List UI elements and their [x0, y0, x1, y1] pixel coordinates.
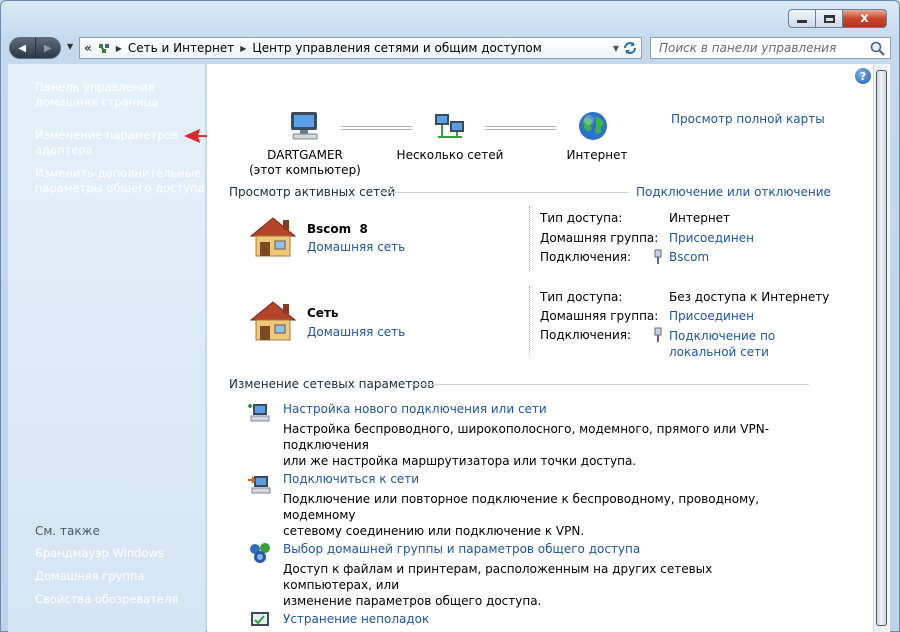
- wired-connection-icon: [654, 327, 662, 342]
- internet-globe-icon: [579, 112, 607, 140]
- sidebar: Панель управления - домашняя страница Из…: [8, 64, 206, 632]
- crumb-separator: ▶: [240, 43, 247, 53]
- change-settings-heading: Изменение сетевых параметров: [229, 377, 435, 391]
- refresh-icon[interactable]: [622, 40, 638, 56]
- full-map-link[interactable]: Просмотр полной карты: [671, 112, 825, 126]
- see-also-firewall[interactable]: Брандмауэр Windows: [35, 546, 205, 561]
- scrollbar-thumb[interactable]: [876, 70, 887, 626]
- section-divider: [411, 384, 809, 385]
- active-networks-heading: Просмотр активных сетей: [229, 185, 396, 199]
- sidebar-link-sharing-settings[interactable]: Изменить дополнительные параметры общего…: [35, 166, 205, 196]
- see-also-internet-options[interactable]: Свойства обозревателя: [35, 592, 205, 607]
- access-type-label: Тип доступа:: [540, 290, 623, 304]
- address-overflow-button[interactable]: «: [84, 41, 92, 55]
- close-icon: x: [860, 11, 869, 26]
- network-connector-line: [341, 126, 413, 130]
- task-desc-line: или же настройка маршрутизатора или точк…: [283, 454, 637, 468]
- minimize-icon: [797, 20, 807, 23]
- computer-name: DARTGAMER: [267, 148, 343, 162]
- computer-subtitle: (этот компьютер): [249, 163, 361, 177]
- maximize-icon: [823, 14, 835, 23]
- sidebar-link-control-panel-home[interactable]: Панель управления - домашняя страница: [35, 80, 205, 110]
- task-desc-line: сетевому соединению или подключение к VP…: [283, 524, 585, 538]
- see-also-heading: См. также: [35, 524, 100, 538]
- task-new-connection-link[interactable]: Настройка нового подключения или сети: [283, 402, 547, 416]
- task-connect-desc: Подключение или повторное подключение к …: [283, 491, 803, 539]
- network-divider: [529, 286, 530, 356]
- task-troubleshoot-link[interactable]: Устранение неполадок: [283, 612, 429, 626]
- maximize-button[interactable]: [816, 9, 843, 28]
- network-name: Сеть: [307, 306, 339, 320]
- back-button[interactable]: ◀: [10, 38, 35, 58]
- task-desc-line: Настройка беспроводного, широкополосного…: [283, 422, 770, 452]
- task-homegroup-desc: Доступ к файлам и принтерам, расположенн…: [283, 561, 803, 609]
- search-box[interactable]: Поиск в панели управления: [650, 37, 891, 59]
- homegroup-icon: [250, 543, 270, 563]
- home-network-icon: [249, 217, 297, 257]
- window-controls: x: [788, 9, 887, 28]
- computer-node: DARTGAMER (этот компьютер): [247, 148, 363, 178]
- connect-disconnect-link[interactable]: Подключение или отключение: [636, 185, 831, 199]
- task-desc-line: изменение параметров общего доступа.: [283, 594, 542, 608]
- computer-icon: [291, 112, 318, 140]
- forward-button[interactable]: ▶: [34, 38, 61, 58]
- back-icon: ◀: [18, 42, 27, 54]
- nav-buttons: ◀ ▶: [9, 37, 61, 59]
- connection-link[interactable]: Bscom: [669, 250, 709, 264]
- minimize-button[interactable]: [788, 9, 816, 28]
- homegroup-link[interactable]: Присоединен: [669, 309, 754, 323]
- task-desc-line: Доступ к файлам и принтерам, расположенн…: [283, 562, 713, 592]
- connections-label: Подключения:: [540, 328, 632, 342]
- breadcrumb-network-center[interactable]: Центр управления сетями и общим доступом: [252, 41, 541, 55]
- search-icon[interactable]: [870, 41, 885, 56]
- section-divider: [379, 192, 629, 193]
- connection-link-line: локальной сети: [669, 345, 769, 359]
- forward-icon: ▶: [43, 42, 52, 54]
- task-desc-line: Подключение или повторное подключение к …: [283, 492, 760, 522]
- troubleshoot-icon: [251, 612, 269, 626]
- homegroup-link[interactable]: Присоединен: [669, 231, 754, 245]
- connection-link[interactable]: Подключение по локальной сети: [669, 328, 775, 360]
- access-type-label: Тип доступа:: [540, 211, 623, 225]
- sidebar-link-line: параметры общего доступа: [35, 181, 205, 195]
- main-content: ? DARTGAMER (этот компьютер) Несколько с…: [207, 64, 873, 632]
- internet-label: Интернет: [566, 148, 628, 162]
- homegroup-label: Домашняя группа:: [540, 309, 659, 323]
- multiple-networks-icon: [435, 114, 464, 138]
- multi-network-label: Несколько сетей: [396, 148, 504, 162]
- connection-link-line: Подключение по: [669, 329, 776, 343]
- network-name: Bscom 8: [307, 222, 368, 236]
- vertical-scrollbar[interactable]: [873, 64, 890, 632]
- connect-network-icon: [248, 476, 271, 494]
- network-folder-icon: [98, 44, 109, 53]
- connections-label: Подключения:: [540, 250, 632, 264]
- network-type-link[interactable]: Домашняя сеть: [307, 325, 405, 339]
- access-type-value: Интернет: [669, 211, 731, 225]
- wired-connection-icon: [654, 249, 662, 264]
- network-type-link[interactable]: Домашняя сеть: [307, 240, 405, 254]
- network-connector-line: [485, 126, 557, 130]
- help-icon: ?: [859, 69, 867, 83]
- sidebar-link-line: домашняя страница: [35, 95, 159, 109]
- task-connect-link[interactable]: Подключиться к сети: [283, 472, 419, 486]
- help-button[interactable]: ?: [855, 68, 871, 84]
- search-placeholder: Поиск в панели управления: [659, 41, 837, 55]
- access-type-value: Без доступа к Интернету: [669, 290, 830, 304]
- address-dropdown-button[interactable]: ▼: [613, 44, 619, 53]
- address-bar[interactable]: « ▶ Сеть и Интернет ▶ Центр управления с…: [79, 37, 642, 59]
- task-new-connection-desc: Настройка беспроводного, широкополосного…: [283, 421, 803, 469]
- sidebar-link-line: Изменить дополнительные: [35, 166, 202, 180]
- task-homegroup-link[interactable]: Выбор домашней группы и параметров общег…: [283, 542, 640, 556]
- recent-pages-button[interactable]: ▼: [67, 42, 73, 51]
- home-network-icon: [249, 301, 297, 341]
- breadcrumb-network-internet[interactable]: Сеть и Интернет: [128, 41, 234, 55]
- sidebar-link-line: Панель управления -: [35, 80, 163, 94]
- homegroup-label: Домашняя группа:: [540, 231, 659, 245]
- navigation-bar: ◀ ▶ ▼ « ▶ Сеть и Интернет ▶ Центр управл…: [9, 37, 891, 59]
- network-divider: [529, 206, 530, 272]
- see-also-homegroup[interactable]: Домашняя группа: [35, 569, 205, 584]
- crumb-separator: ▶: [115, 43, 122, 53]
- close-button[interactable]: x: [843, 9, 887, 28]
- new-connection-icon: [248, 404, 270, 422]
